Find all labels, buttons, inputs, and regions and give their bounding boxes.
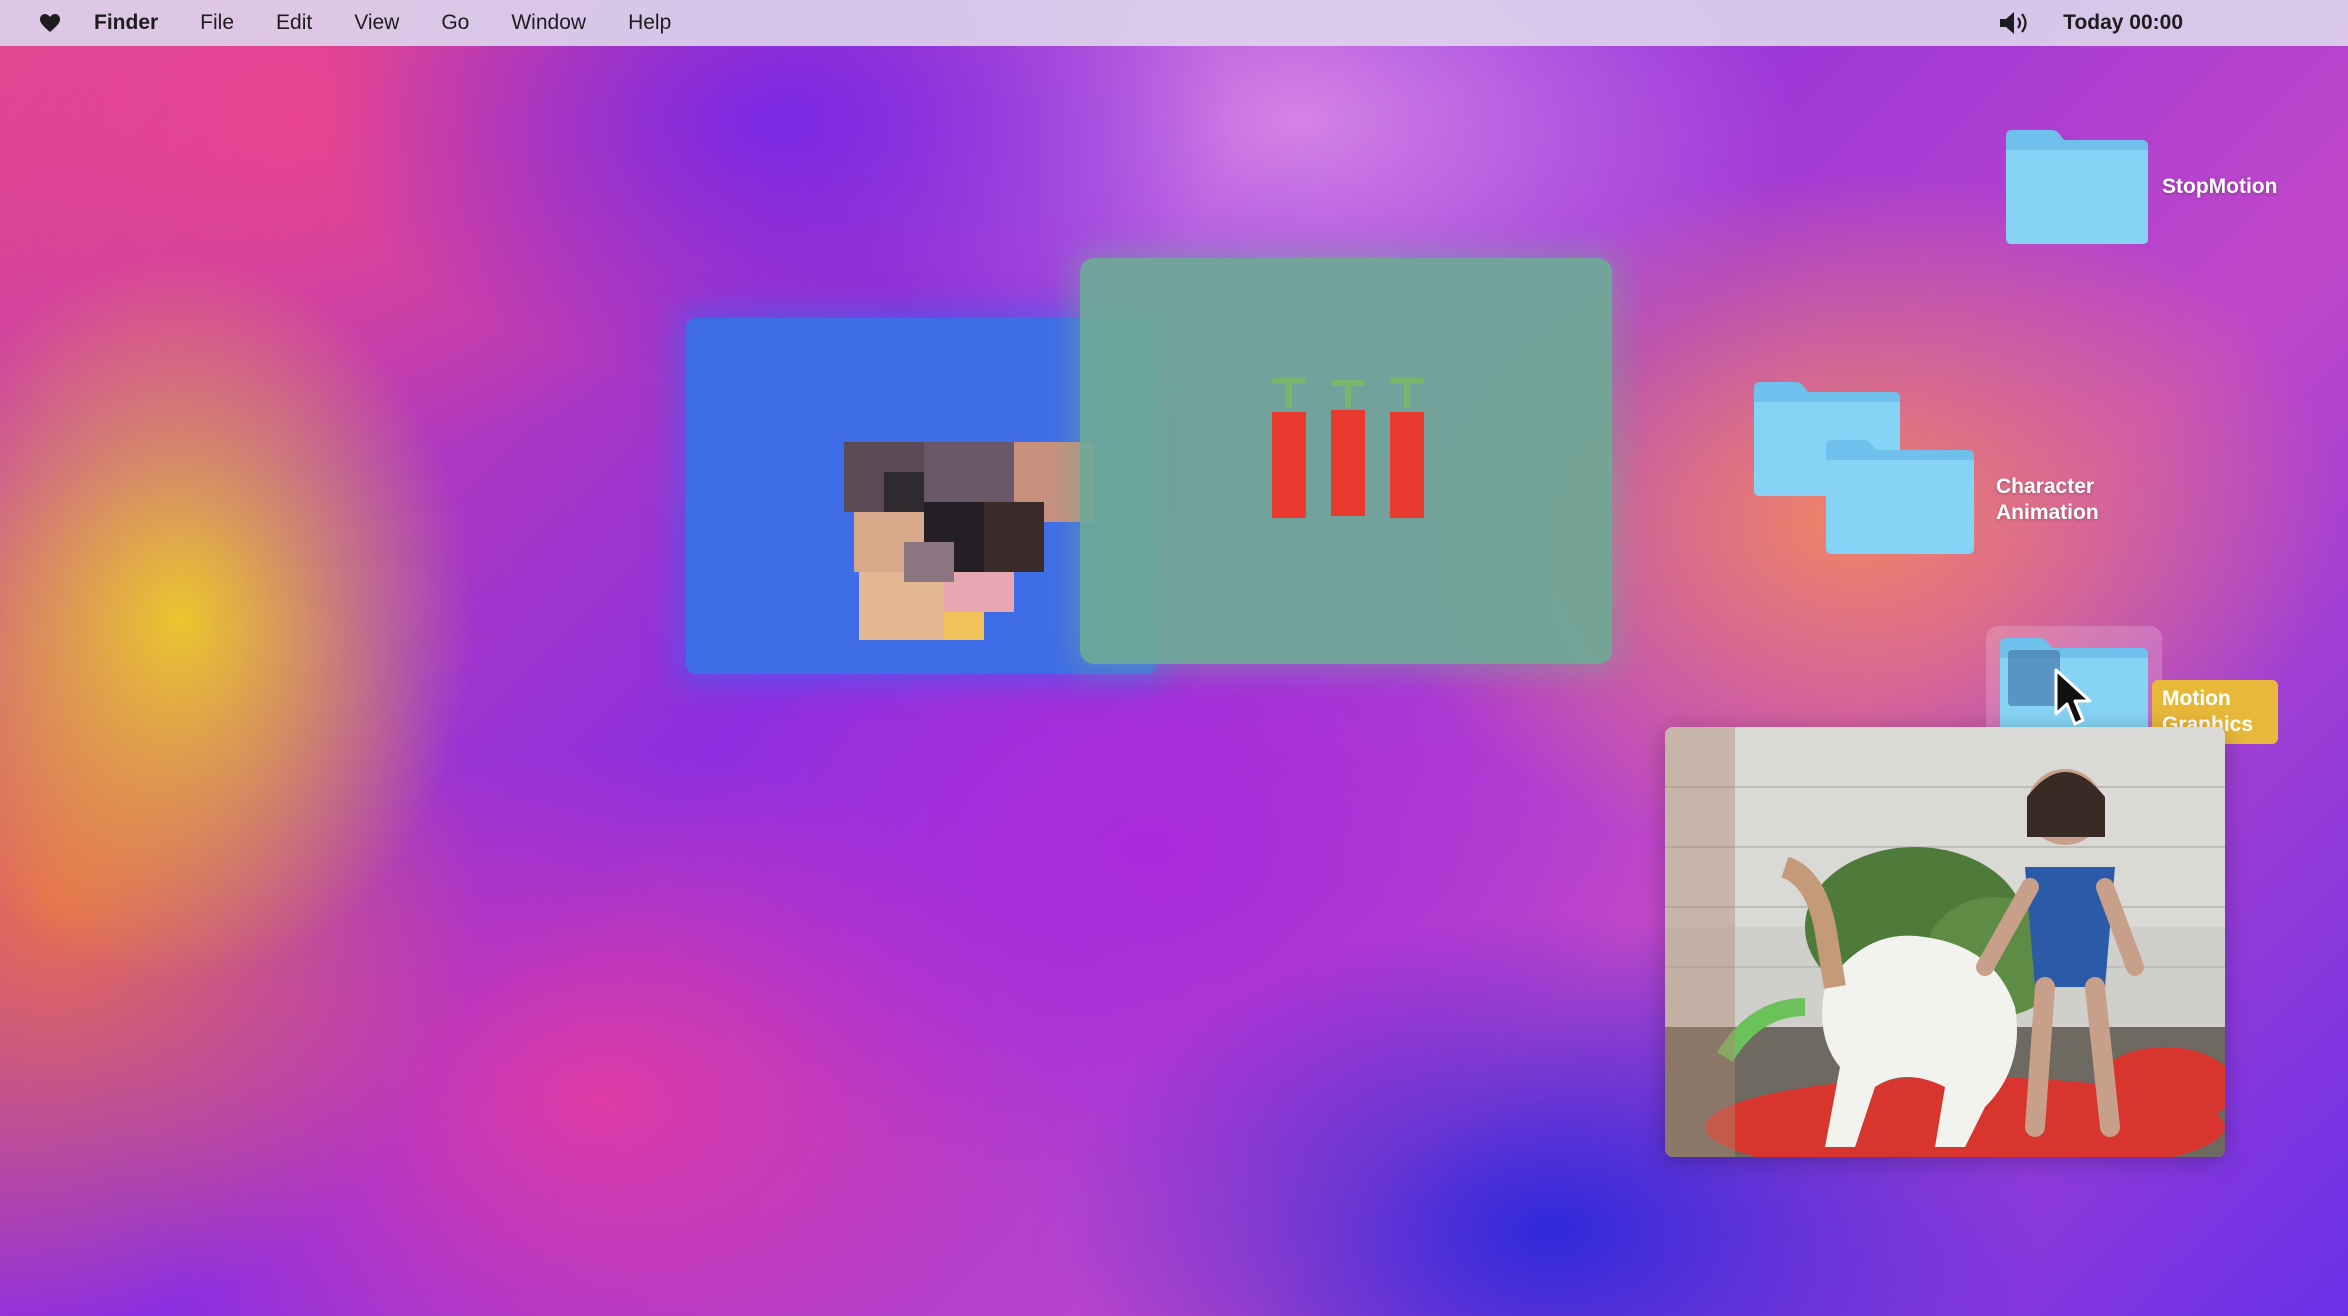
menu-bar: Finder File Edit View Go Window Help Tod… — [0, 0, 2348, 46]
folder-stack-icon — [1754, 382, 1974, 554]
folder-label-stopmotion: StopMotion — [2162, 175, 2278, 198]
bars-window[interactable] — [1080, 258, 1612, 664]
menu-window[interactable]: Window — [511, 11, 586, 35]
folder-label-character-animation: Character Animation — [1996, 475, 2099, 524]
photo-image — [1665, 727, 2225, 1157]
desktop: Finder File Edit View Go Window Help Tod… — [0, 0, 2348, 1316]
menu-extras: Today 00:00 — [1997, 0, 2183, 46]
folder-icon — [2006, 130, 2148, 244]
menu-go[interactable]: Go — [441, 11, 469, 35]
collage-image — [844, 442, 1094, 640]
menu-clock[interactable]: Today 00:00 — [2063, 11, 2183, 35]
mouse-cursor-icon — [2054, 668, 2092, 726]
menu-finder[interactable]: Finder — [94, 11, 158, 35]
menu-view[interactable]: View — [354, 11, 399, 35]
menu-edit[interactable]: Edit — [276, 11, 312, 35]
speaker-icon[interactable] — [1997, 9, 2033, 37]
bars-graphic — [1272, 378, 1424, 518]
folder-stopmotion[interactable] — [2002, 128, 2152, 246]
folder-character-animation[interactable] — [1752, 380, 1976, 556]
photo-window[interactable] — [1665, 727, 2225, 1157]
menu-file[interactable]: File — [200, 11, 234, 35]
menu-help[interactable]: Help — [628, 11, 671, 35]
heart-icon[interactable] — [38, 12, 62, 34]
